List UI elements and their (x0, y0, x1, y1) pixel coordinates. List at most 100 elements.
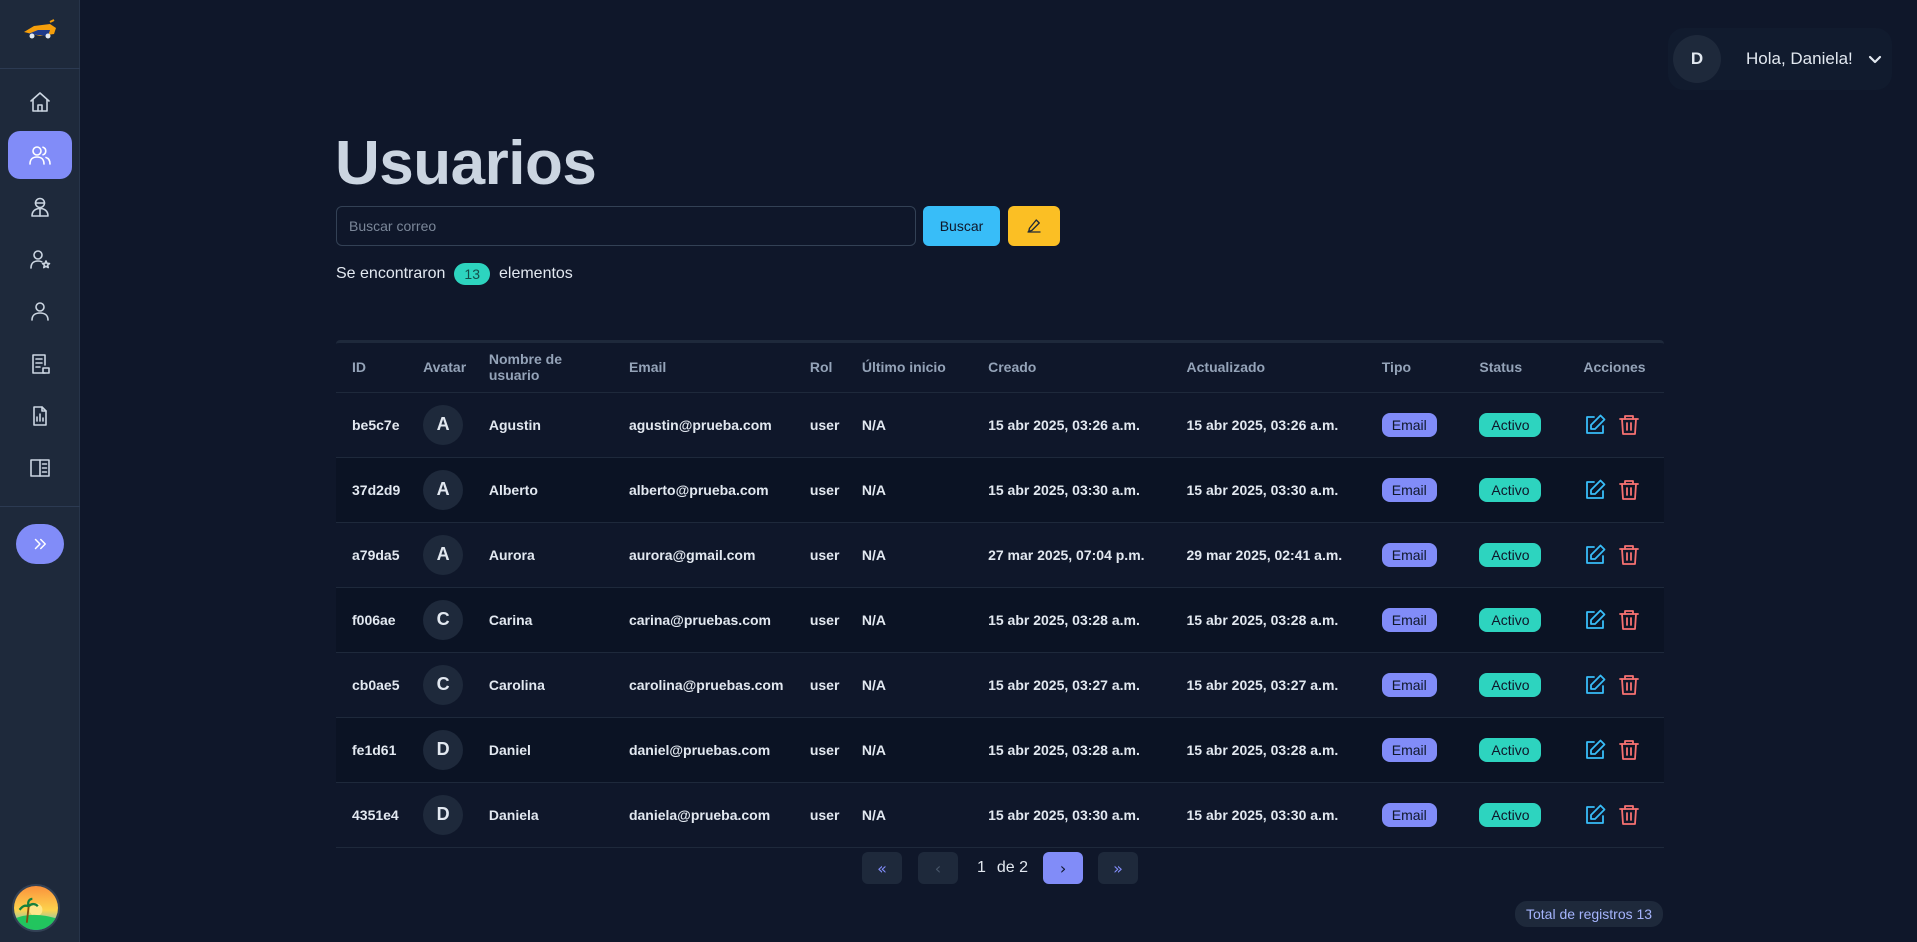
last-login: N/A (861, 546, 886, 563)
table-header-col-avatar: Avatar (407, 343, 473, 393)
cell-last-login: N/A (845, 717, 973, 783)
cell-username: Carina (472, 587, 613, 653)
sidebar-user-avatar[interactable] (12, 884, 60, 932)
table-header-col-rol: Rol (793, 343, 846, 393)
edit-button[interactable] (1008, 206, 1060, 246)
trash-icon[interactable] (1617, 803, 1641, 827)
table-header-col-username: Nombre de usuario (472, 343, 613, 393)
sidebar-item-agents[interactable] (8, 183, 72, 231)
first-page-button[interactable]: « (862, 852, 902, 884)
rol: user (809, 676, 840, 693)
sidebar-item-home[interactable] (8, 78, 72, 126)
email: daniel@pruebas.com (628, 741, 771, 758)
user-menu[interactable]: D Hola, Daniela! (1668, 28, 1892, 90)
email: agustin@prueba.com (628, 416, 772, 433)
updated-date: 15 abr 2025, 03:27 a.m. (1186, 676, 1339, 693)
edit-icon[interactable] (1583, 608, 1607, 632)
cell-created-date: 15 abr 2025, 03:30 a.m. (972, 457, 1171, 523)
edit-icon[interactable] (1583, 673, 1607, 697)
user-greeting: Hola, Daniela! (1746, 49, 1853, 68)
cell-rol: user (793, 392, 846, 458)
cell-username: Daniela (472, 782, 613, 848)
cell-created-date: 15 abr 2025, 03:27 a.m. (972, 652, 1171, 718)
cell-email: aurora@gmail.com (612, 522, 794, 588)
rol: user (809, 741, 840, 758)
sidebar-item-profile[interactable] (8, 287, 72, 335)
pagination: « ‹ 1 de 2 › » (862, 852, 1139, 884)
trash-icon[interactable] (1617, 478, 1641, 502)
created-date: 27 mar 2025, 07:04 p.m. (988, 546, 1145, 563)
sidebar-item-docs[interactable] (8, 444, 72, 492)
page-total: de 2 (996, 859, 1029, 876)
cell-username: Alberto (472, 457, 613, 523)
sidebar-item-reports[interactable] (8, 340, 72, 388)
row-actions (1583, 478, 1664, 502)
edit-icon[interactable] (1583, 738, 1607, 762)
table-header-row: ID Avatar Nombre de usuario Email Rol Último … (336, 343, 1664, 393)
user-icon (31, 302, 49, 321)
cell-user-id: 37d2d9 (336, 457, 408, 523)
cell-email: agustin@prueba.com (612, 392, 794, 458)
row-actions (1583, 608, 1664, 632)
trash-icon[interactable] (1617, 608, 1641, 632)
table-row: fe1d61 D Daniel daniel@pruebas.com user N/A 15… (336, 717, 1664, 783)
cell-tipo-badge: Email (1365, 717, 1464, 783)
row-actions (1583, 738, 1664, 762)
last-login: N/A (861, 416, 886, 433)
cell-status-badge: Activo (1463, 392, 1568, 458)
prev-page-button[interactable]: ‹ (918, 852, 958, 884)
cell-username: Carolina (472, 652, 613, 718)
users-icon (29, 146, 51, 165)
username: Carina (488, 611, 533, 628)
updated-date: 29 mar 2025, 02:41 a.m. (1186, 546, 1343, 563)
edit-icon[interactable] (1583, 413, 1607, 437)
table-row: cb0ae5 C Carolina carolina@pruebas.com user N… (336, 652, 1664, 718)
tipo-badge: Email (1381, 737, 1437, 762)
user-avatar: D (1673, 35, 1721, 83)
cell-avatar: C (407, 587, 473, 653)
edit-icon[interactable] (1583, 478, 1607, 502)
sidebar-divider (0, 506, 80, 507)
sidebar-item-users[interactable] (8, 131, 72, 179)
cell-user-id: cb0ae5 (336, 652, 408, 718)
created-date: 15 abr 2025, 03:28 a.m. (988, 611, 1140, 628)
cell-user-id: be5c7e (336, 392, 408, 458)
cell-actions (1567, 652, 1664, 718)
cell-rol: user (793, 717, 846, 783)
username: Carolina (488, 676, 545, 693)
cell-tipo-badge: Email (1365, 652, 1464, 718)
cell-tipo-badge: Email (1365, 457, 1464, 523)
cell-avatar: D (407, 717, 473, 783)
created-date: 15 abr 2025, 03:27 a.m. (988, 676, 1140, 693)
cell-username: Agustin (472, 392, 613, 458)
row-actions (1583, 413, 1664, 437)
cell-last-login: N/A (845, 457, 973, 523)
edit-icon[interactable] (1583, 803, 1607, 827)
current-page: 1 (977, 859, 986, 876)
cell-status-badge: Activo (1463, 782, 1568, 848)
sidebar-divider-top (0, 68, 80, 69)
last-page-button[interactable]: » (1098, 852, 1139, 884)
book-open-icon (30, 459, 50, 477)
table-header-col-tipo: Tipo (1365, 343, 1464, 393)
last-login: N/A (861, 676, 886, 693)
sidebar-item-statistics[interactable] (8, 392, 72, 440)
cell-actions (1567, 457, 1664, 523)
trash-icon[interactable] (1617, 413, 1641, 437)
status-badge: Activo (1479, 607, 1542, 632)
rol: user (809, 416, 840, 433)
sidebar-expand-button[interactable] (16, 524, 64, 564)
trash-icon[interactable] (1617, 673, 1641, 697)
cell-tipo-badge: Email (1365, 782, 1464, 848)
cell-rol: user (793, 782, 846, 848)
search-button[interactable]: Buscar (923, 206, 1000, 246)
search-input[interactable] (336, 206, 916, 246)
updated-date: 15 abr 2025, 03:26 a.m. (1186, 416, 1339, 433)
sidebar-item-featured-users[interactable] (8, 235, 72, 283)
trash-icon[interactable] (1617, 738, 1641, 762)
trash-icon[interactable] (1617, 543, 1641, 567)
results-count-badge: 13 (454, 263, 490, 285)
edit-icon[interactable] (1583, 543, 1607, 567)
next-page-button[interactable]: › (1043, 852, 1084, 884)
avatar: A (423, 534, 464, 575)
